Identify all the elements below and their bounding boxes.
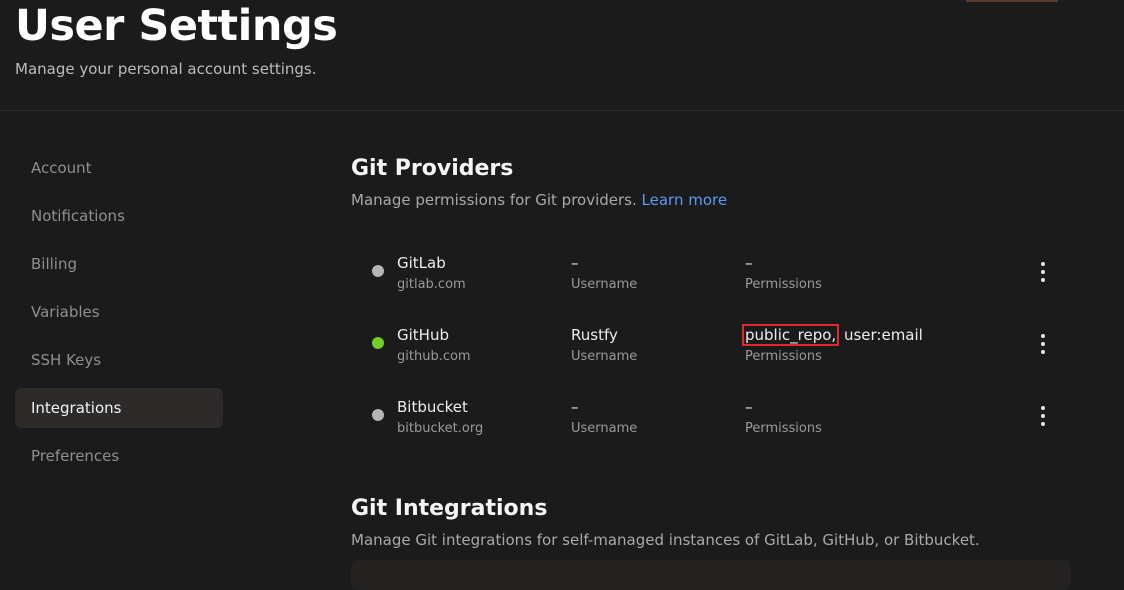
username-value: Rustfy — [571, 326, 618, 344]
permissions-value: – — [745, 398, 753, 416]
provider-row-github: GitHub github.com Rustfy Username public… — [351, 324, 1071, 370]
git-providers-description-text: Manage permissions for Git providers. — [351, 191, 637, 209]
sidebar-item-ssh-keys[interactable]: SSH Keys — [15, 340, 223, 380]
page-subtitle: Manage your personal account settings. — [15, 60, 317, 78]
sidebar-item-account[interactable]: Account — [15, 148, 223, 188]
page-title: User Settings — [15, 1, 338, 51]
permission-user-email: user:email — [843, 326, 923, 344]
status-dot — [372, 265, 384, 277]
settings-sidebar: Account Notifications Billing Variables … — [15, 148, 223, 484]
username-value: – — [571, 254, 579, 272]
status-dot — [372, 337, 384, 349]
page-header: User Settings Manage your personal accou… — [0, 0, 1124, 111]
sidebar-item-integrations[interactable]: Integrations — [15, 388, 223, 428]
permission-public-repo: public_repo, — [742, 324, 840, 346]
provider-row-gitlab: GitLab gitlab.com – Username – Permissio… — [351, 254, 1071, 298]
avatar[interactable] — [966, 0, 1058, 2]
git-integrations-title: Git Integrations — [351, 496, 548, 521]
permissions-label: Permissions — [745, 421, 822, 436]
permissions-value: public_repo, user:email — [742, 324, 923, 346]
provider-name: Bitbucket — [397, 398, 468, 416]
status-dot — [372, 409, 384, 421]
sidebar-item-billing[interactable]: Billing — [15, 244, 223, 284]
permissions-label: Permissions — [745, 349, 822, 364]
provider-name: GitLab — [397, 254, 446, 272]
more-options-icon[interactable] — [1035, 406, 1051, 426]
username-label: Username — [571, 421, 638, 436]
learn-more-link[interactable]: Learn more — [642, 191, 728, 209]
git-providers-description: Manage permissions for Git providers. Le… — [351, 191, 727, 209]
username-label: Username — [571, 277, 638, 292]
git-integrations-description: Manage Git integrations for self-managed… — [351, 531, 980, 549]
more-options-icon[interactable] — [1035, 262, 1051, 282]
provider-domain: gitlab.com — [397, 277, 466, 292]
sidebar-item-preferences[interactable]: Preferences — [15, 436, 223, 476]
provider-domain: bitbucket.org — [397, 421, 484, 436]
sidebar-item-variables[interactable]: Variables — [15, 292, 223, 332]
permissions-label: Permissions — [745, 277, 822, 292]
permissions-value: – — [745, 254, 753, 272]
username-label: Username — [571, 349, 638, 364]
provider-domain: github.com — [397, 349, 471, 364]
provider-row-bitbucket: Bitbucket bitbucket.org – Username – Per… — [351, 398, 1071, 442]
sidebar-item-notifications[interactable]: Notifications — [15, 196, 223, 236]
provider-name: GitHub — [397, 326, 449, 344]
username-value: – — [571, 398, 579, 416]
git-providers-title: Git Providers — [351, 156, 514, 181]
more-options-icon[interactable] — [1035, 334, 1051, 354]
git-integrations-card — [351, 560, 1071, 590]
